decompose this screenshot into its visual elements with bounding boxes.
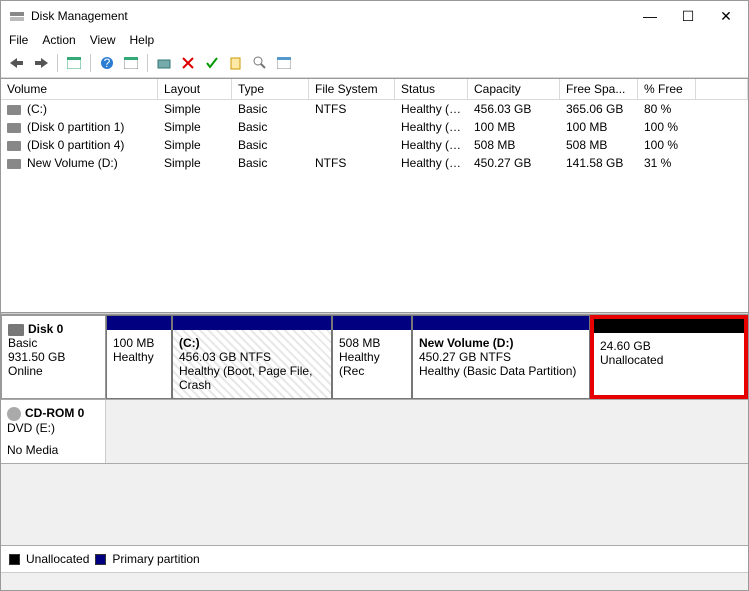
menubar: File Action View Help xyxy=(1,31,748,51)
settings-button[interactable] xyxy=(121,53,141,73)
maximize-button[interactable]: ☐ xyxy=(680,8,696,25)
disk0-state: Online xyxy=(8,364,99,378)
cdrom-row: CD-ROM 0 DVD (E:) No Media xyxy=(1,400,748,464)
partition-100mb[interactable]: 100 MB Healthy xyxy=(106,315,172,399)
menu-action[interactable]: Action xyxy=(42,33,75,47)
volume-rows: (C:)SimpleBasicNTFSHealthy (B...456.03 G… xyxy=(1,100,748,172)
check-button[interactable] xyxy=(202,53,222,73)
properties-button[interactable] xyxy=(274,53,294,73)
app-icon xyxy=(9,8,25,24)
toolbar: ? xyxy=(1,51,748,78)
disk0-size: 931.50 GB xyxy=(8,350,99,364)
col-layout[interactable]: Layout xyxy=(158,79,232,99)
col-free[interactable]: Free Spa... xyxy=(560,79,638,99)
forward-button[interactable] xyxy=(31,53,51,73)
minimize-button[interactable]: — xyxy=(642,8,658,25)
svg-text:?: ? xyxy=(104,56,111,70)
disk-icon xyxy=(8,324,24,336)
cdrom-empty-area xyxy=(106,400,748,463)
search-button[interactable] xyxy=(250,53,270,73)
new-button[interactable] xyxy=(226,53,246,73)
cdrom-name: CD-ROM 0 xyxy=(25,406,84,420)
back-button[interactable] xyxy=(7,53,27,73)
delete-button[interactable] xyxy=(178,53,198,73)
col-end xyxy=(696,79,748,99)
disk0-partitions: 100 MB Healthy (C:) 456.03 GB NTFS Healt… xyxy=(106,315,748,399)
titlebar: Disk Management — ☐ ✕ xyxy=(1,1,748,31)
close-button[interactable]: ✕ xyxy=(718,8,734,25)
legend-primary: Primary partition xyxy=(112,552,199,566)
col-capacity[interactable]: Capacity xyxy=(468,79,560,99)
menu-file[interactable]: File xyxy=(9,33,28,47)
col-volume[interactable]: Volume xyxy=(1,79,158,99)
legend-unallocated: Unallocated xyxy=(26,552,89,566)
legend-swatch-unallocated xyxy=(9,554,20,565)
graphical-blank xyxy=(1,464,748,545)
disk0-row: Disk 0 Basic 931.50 GB Online 100 MB Hea… xyxy=(1,315,748,400)
volume-list-pane: Volume Layout Type File System Status Ca… xyxy=(1,78,748,312)
col-type[interactable]: Type xyxy=(232,79,309,99)
help-button[interactable]: ? xyxy=(97,53,117,73)
partition-d[interactable]: New Volume (D:) 450.27 GB NTFS Healthy (… xyxy=(412,315,590,399)
graphical-pane: Disk 0 Basic 931.50 GB Online 100 MB Hea… xyxy=(1,315,748,572)
table-row[interactable]: New Volume (D:)SimpleBasicNTFSHealthy (B… xyxy=(1,154,748,172)
menu-help[interactable]: Help xyxy=(130,33,155,47)
cdrom-state: No Media xyxy=(7,443,99,457)
partition-c[interactable]: (C:) 456.03 GB NTFS Healthy (Boot, Page … xyxy=(172,315,332,399)
table-row[interactable]: (Disk 0 partition 1)SimpleBasicHealthy (… xyxy=(1,118,748,136)
partition-508mb[interactable]: 508 MB Healthy (Rec xyxy=(332,315,412,399)
show-hide-button[interactable] xyxy=(64,53,84,73)
disk0-header[interactable]: Disk 0 Basic 931.50 GB Online xyxy=(1,315,106,399)
table-row[interactable]: (Disk 0 partition 4)SimpleBasicHealthy (… xyxy=(1,136,748,154)
statusbar xyxy=(1,572,748,590)
cdrom-icon xyxy=(7,407,21,421)
cdrom-drive: DVD (E:) xyxy=(7,421,99,435)
window-title: Disk Management xyxy=(31,9,642,23)
menu-view[interactable]: View xyxy=(90,33,116,47)
refresh-button[interactable] xyxy=(154,53,174,73)
disk0-name: Disk 0 xyxy=(28,322,63,336)
legend: Unallocated Primary partition xyxy=(1,545,748,572)
col-status[interactable]: Status xyxy=(395,79,468,99)
disk-management-window: Disk Management — ☐ ✕ File Action View H… xyxy=(0,0,749,591)
volume-list-headers: Volume Layout Type File System Status Ca… xyxy=(1,79,748,100)
partition-unallocated[interactable]: 24.60 GB Unallocated xyxy=(590,315,748,399)
volume-list-blank xyxy=(1,172,748,312)
disk0-type: Basic xyxy=(8,336,99,350)
table-row[interactable]: (C:)SimpleBasicNTFSHealthy (B...456.03 G… xyxy=(1,100,748,118)
col-filesystem[interactable]: File System xyxy=(309,79,395,99)
cdrom-header[interactable]: CD-ROM 0 DVD (E:) No Media xyxy=(1,400,106,463)
legend-swatch-primary xyxy=(95,554,106,565)
col-pctfree[interactable]: % Free xyxy=(638,79,696,99)
